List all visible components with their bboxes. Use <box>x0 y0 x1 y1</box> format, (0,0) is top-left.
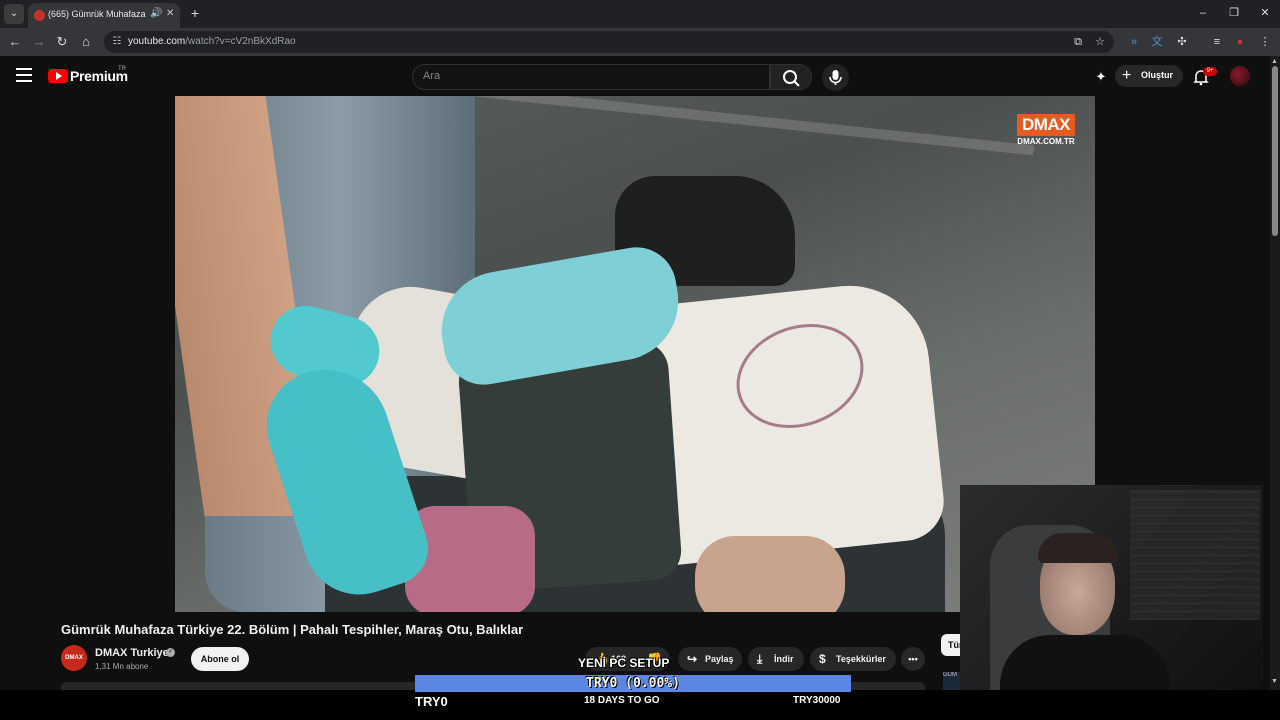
url-host: youtube.com <box>128 36 186 47</box>
country-code: TR <box>118 66 126 72</box>
tab-search-button[interactable]: ⌄ <box>4 4 24 24</box>
new-tab-button[interactable]: + <box>186 4 204 22</box>
browser-toolbar: ← → ↻ ⌂ ☷ youtube.com/watch?v=cV2nBkXdRa… <box>0 28 1280 56</box>
forward-arrow-icon[interactable]: → <box>30 33 48 51</box>
webcam-streamer-hair <box>1038 533 1118 563</box>
thanks-button[interactable]: $ Teşekkürler <box>810 647 896 671</box>
donation-goal-target: TRY30000 <box>793 695 841 706</box>
minimize-button[interactable]: – <box>1188 4 1218 22</box>
donation-goal-title: YENİ PC SETUP <box>578 656 670 670</box>
scroll-up-arrow-icon[interactable]: ▲ <box>1271 58 1278 65</box>
donation-goal-bar: TRY0 (0.00%) <box>415 675 851 692</box>
thanks-label: Teşekkürler <box>836 654 886 664</box>
webcam-streamer-body <box>1000 635 1170 690</box>
reload-icon[interactable]: ↻ <box>53 33 71 51</box>
share-arrow-icon: ↪ <box>687 652 698 666</box>
plus-icon: + <box>1122 67 1132 84</box>
url-text[interactable]: youtube.com/watch?v=cV2nBkXdRao <box>128 36 296 47</box>
media-queue-icon[interactable]: ≡ <box>1209 34 1225 50</box>
channel-name[interactable]: DMAX Turkiye <box>95 647 169 659</box>
close-window-button[interactable]: ✕ <box>1250 4 1280 22</box>
restore-button[interactable]: ❐ <box>1219 4 1249 22</box>
install-app-icon[interactable]: ⧉ <box>1070 34 1086 50</box>
profile-icon[interactable]: ● <box>1232 34 1248 50</box>
donation-goal-days-left: 18 DAYS TO GO <box>584 695 660 706</box>
channel-avatar[interactable]: DMAX <box>61 645 87 671</box>
close-tab-icon[interactable]: ✕ <box>166 8 174 19</box>
donation-goal-progress: TRY0 (0.00%) <box>586 676 680 691</box>
search-box[interactable]: Ara <box>412 64 770 90</box>
youtube-masthead: Premium TR Ara ✦ + Oluştur 9+ <box>0 56 1270 96</box>
create-label: Oluştur <box>1141 70 1174 80</box>
speaker-icon[interactable]: 🔊 <box>150 8 162 19</box>
youtube-logo-icon[interactable] <box>48 69 68 83</box>
thanks-dollar-icon: $ <box>819 652 826 666</box>
tab-title: (665) Gümrük Muhafaza Türkiye 22. Bölüm … <box>48 9 148 19</box>
download-label: İndir <box>774 654 794 664</box>
dmax-url: DMAX.COM.TR <box>1017 137 1075 146</box>
site-info-icon[interactable]: ☷ <box>110 35 124 49</box>
translate-icon[interactable]: 文 <box>1149 34 1165 50</box>
microphone-icon <box>829 70 842 85</box>
bookmark-star-icon[interactable]: ☆ <box>1092 34 1108 50</box>
page-scrollbar[interactable] <box>1270 56 1280 690</box>
video-clothes-leopard <box>695 536 845 612</box>
create-button[interactable]: + Oluştur <box>1115 65 1183 87</box>
search-icon <box>783 70 800 87</box>
webcam-window-blinds <box>1130 490 1260 620</box>
address-bar[interactable]: ☷ youtube.com/watch?v=cV2nBkXdRao <box>104 31 1114 53</box>
search-input[interactable]: Ara <box>423 70 440 82</box>
hamburger-menu-icon[interactable] <box>16 68 32 82</box>
extensions-puzzle-icon[interactable]: ✣ <box>1174 34 1190 50</box>
voice-search-button[interactable] <box>822 64 849 91</box>
home-icon[interactable]: ⌂ <box>77 33 95 51</box>
subscribe-button[interactable]: Abone ol <box>191 647 249 671</box>
download-button[interactable]: ⤓ İndir <box>748 647 804 671</box>
notification-badge: 9+ <box>1203 67 1217 76</box>
video-player[interactable]: DMAX DMAX.COM.TR <box>175 96 1095 612</box>
scroll-down-arrow-icon[interactable]: ▼ <box>1271 678 1278 685</box>
url-path: /watch?v=cV2nBkXdRao <box>185 36 296 47</box>
search-button[interactable] <box>770 64 812 90</box>
youtube-favicon-icon <box>34 10 45 21</box>
share-label: Paylaş <box>705 654 734 664</box>
ai-sparkle-icon[interactable]: ✦ <box>1092 68 1110 86</box>
browser-menu-icon[interactable]: ⋮ <box>1257 34 1273 50</box>
read-aloud-icon[interactable]: » <box>1126 34 1142 50</box>
streamer-webcam <box>960 485 1263 690</box>
back-arrow-icon[interactable]: ← <box>6 33 24 51</box>
account-avatar[interactable] <box>1230 66 1250 86</box>
dmax-watermark: DMAX DMAX.COM.TR <box>1016 114 1075 146</box>
browser-tab-active[interactable]: (665) Gümrük Muhafaza Türkiye 22. Bölüm … <box>28 3 180 28</box>
verified-check-icon: ✓ <box>166 648 175 657</box>
dmax-logo: DMAX <box>1016 114 1075 136</box>
share-button[interactable]: ↪ Paylaş <box>678 647 742 671</box>
subscriber-count: 1,31 Mn abone <box>95 662 149 671</box>
download-icon: ⤓ <box>757 652 763 666</box>
video-floor-stripe <box>476 96 1034 156</box>
more-actions-button[interactable]: ••• <box>901 647 925 671</box>
video-title: Gümrük Muhafaza Türkiye 22. Bölüm | Paha… <box>61 622 524 637</box>
donation-goal-current: TRY0 <box>415 694 448 709</box>
scrollbar-thumb[interactable] <box>1272 66 1278 236</box>
browser-tab-strip: ⌄ (665) Gümrük Muhafaza Türkiye 22. Bölü… <box>0 0 1280 28</box>
